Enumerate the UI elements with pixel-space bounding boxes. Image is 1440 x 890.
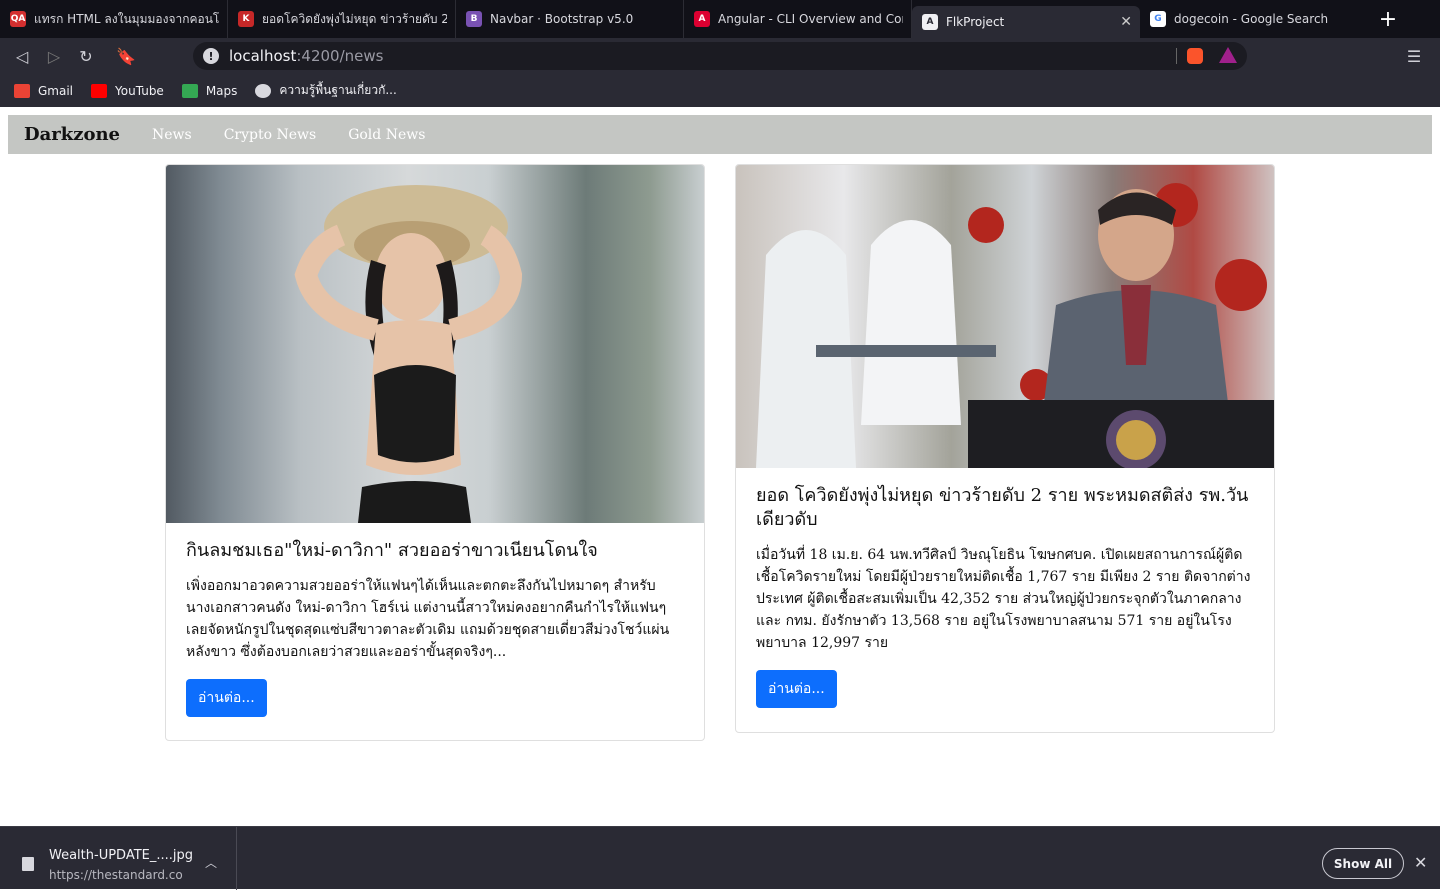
tab-title: Navbar · Bootstrap v5.0 xyxy=(490,12,634,26)
news-card-image xyxy=(736,165,1274,468)
close-icon[interactable]: ✕ xyxy=(1414,853,1427,872)
globe-icon xyxy=(255,83,272,98)
angular-icon: A xyxy=(922,14,938,30)
bookmark-label: YouTube xyxy=(115,83,164,98)
bookmark-label: ความรู้พื้นฐานเกี่ยวกั... xyxy=(279,83,397,97)
news-card-title: ยอด โควิดยังพุ่งไม่หยุด ข่าวร้ายดับ 2 รา… xyxy=(756,485,1249,530)
news-card: ยอด โควิดยังพุ่งไม่หยุด ข่าวร้ายดับ 2 รา… xyxy=(735,164,1275,733)
nav-link-crypto-news[interactable]: Crypto News xyxy=(224,127,316,143)
news-card-image xyxy=(166,165,704,523)
page-content: Darkzone News Crypto News Gold News กินล… xyxy=(0,107,1440,826)
address-bar[interactable]: ! localhost:4200/news xyxy=(193,42,1247,70)
news-card-title: กินลมชมเธอ"ใหม่-ดาวิกา" สวยออร่าขาวเนียน… xyxy=(186,540,598,561)
bookmark-icon[interactable]: 🔖 xyxy=(110,40,142,72)
menu-icon[interactable]: ☰ xyxy=(1398,40,1430,72)
bookmark-globe[interactable]: ความรู้พื้นฐานเกี่ยวกั... xyxy=(255,81,397,100)
youtube-icon xyxy=(91,83,108,98)
brave-shields-icon[interactable] xyxy=(1187,48,1203,64)
tab-title: ยอดโควิดยังพุ่งไม่หยุด ข่าวร้ายดับ 2 ร xyxy=(262,11,447,26)
tab-title: Angular - CLI Overview and Comm xyxy=(718,12,903,26)
download-item[interactable]: Wealth-UPDATE_....jpg https://thestandar… xyxy=(0,827,237,890)
qa-icon: QA xyxy=(10,11,26,27)
tab-5[interactable]: G dogecoin - Google Search xyxy=(1140,0,1368,38)
download-filename: Wealth-UPDATE_....jpg xyxy=(49,848,194,863)
navbar-brand[interactable]: Darkzone xyxy=(24,124,120,145)
forward-icon[interactable]: ▷ xyxy=(38,40,70,72)
bookmarks-bar: Gmail YouTube Maps ความรู้พื้นฐานเกี่ยวก… xyxy=(0,74,1440,107)
tab-1[interactable]: K ยอดโควิดยังพุ่งไม่หยุด ข่าวร้ายดับ 2 ร xyxy=(228,0,456,38)
file-icon xyxy=(22,857,34,871)
show-all-button[interactable]: Show All xyxy=(1322,848,1404,879)
tab-0[interactable]: QA แทรก HTML ลงในมุมมองจากคอนโพเ xyxy=(0,0,228,38)
divider xyxy=(1176,48,1177,64)
read-more-button[interactable]: อ่านต่อ... xyxy=(186,679,267,717)
k-icon: K xyxy=(238,11,254,27)
bookmark-maps[interactable]: Maps xyxy=(181,83,238,98)
back-icon[interactable]: ◁ xyxy=(6,40,38,72)
tab-2[interactable]: B Navbar · Bootstrap v5.0 xyxy=(456,0,684,38)
news-card: กินลมชมเธอ"ใหม่-ดาวิกา" สวยออร่าขาวเนียน… xyxy=(165,164,705,741)
gmail-icon xyxy=(14,83,30,98)
news-card-body: กินลมชมเธอ"ใหม่-ดาวิกา" สวยออร่าขาวเนียน… xyxy=(166,523,704,737)
downloads-bar: Wealth-UPDATE_....jpg https://thestandar… xyxy=(0,826,1440,890)
reload-icon[interactable]: ↻ xyxy=(70,40,102,72)
brave-rewards-icon[interactable] xyxy=(1219,47,1237,63)
news-card-body: ยอด โควิดยังพุ่งไม่หยุด ข่าวร้ายดับ 2 รา… xyxy=(736,468,1274,728)
nav-link-news[interactable]: News xyxy=(152,127,192,143)
url-host: localhost xyxy=(229,47,297,65)
tab-4[interactable]: A FlkProject ✕ xyxy=(912,6,1140,38)
chevron-up-icon[interactable]: ︿ xyxy=(205,854,217,871)
news-card-text: เพิ่งออกมาอวดความสวยออร่าให้แฟนๆได้เห็นแ… xyxy=(186,578,670,660)
maps-icon xyxy=(181,83,198,98)
tab-3[interactable]: A Angular - CLI Overview and Comm xyxy=(684,0,912,38)
new-tab-button[interactable]: + xyxy=(1368,0,1408,38)
site-navbar: Darkzone News Crypto News Gold News xyxy=(8,115,1432,154)
tab-strip: QA แทรก HTML ลงในมุมมองจากคอนโพเ K ยอดโค… xyxy=(0,0,1440,38)
angular-icon: A xyxy=(694,11,710,27)
tab-title: dogecoin - Google Search xyxy=(1174,12,1329,26)
photo-illustration xyxy=(756,183,1274,468)
bookmark-label: Gmail xyxy=(38,83,74,98)
read-more-button[interactable]: อ่านต่อ... xyxy=(756,670,837,708)
browser-toolbar: ◁ ▷ ↻ 🔖 ! localhost:4200/news ☰ xyxy=(0,38,1440,74)
google-icon: G xyxy=(1150,11,1166,27)
news-card-text: เมื่อวันที่ 18 เม.ย. 64 นพ.ทวีศิลป์ วิษณ… xyxy=(756,547,1251,651)
tab-title: แทรก HTML ลงในมุมมองจากคอนโพเ xyxy=(34,11,219,26)
nav-link-gold-news[interactable]: Gold News xyxy=(348,127,425,143)
bookmark-youtube[interactable]: YouTube xyxy=(91,83,164,98)
url-path: :4200/news xyxy=(296,47,384,65)
bookmark-label: Maps xyxy=(205,83,238,98)
bookmark-gmail[interactable]: Gmail xyxy=(14,83,74,98)
download-source: https://thestandard.co xyxy=(49,868,183,882)
close-tab-icon[interactable]: ✕ xyxy=(1120,14,1132,30)
tab-title: FlkProject xyxy=(946,15,1005,29)
site-info-icon[interactable]: ! xyxy=(203,48,219,64)
bootstrap-icon: B xyxy=(466,11,482,27)
photo-illustration xyxy=(294,185,523,523)
